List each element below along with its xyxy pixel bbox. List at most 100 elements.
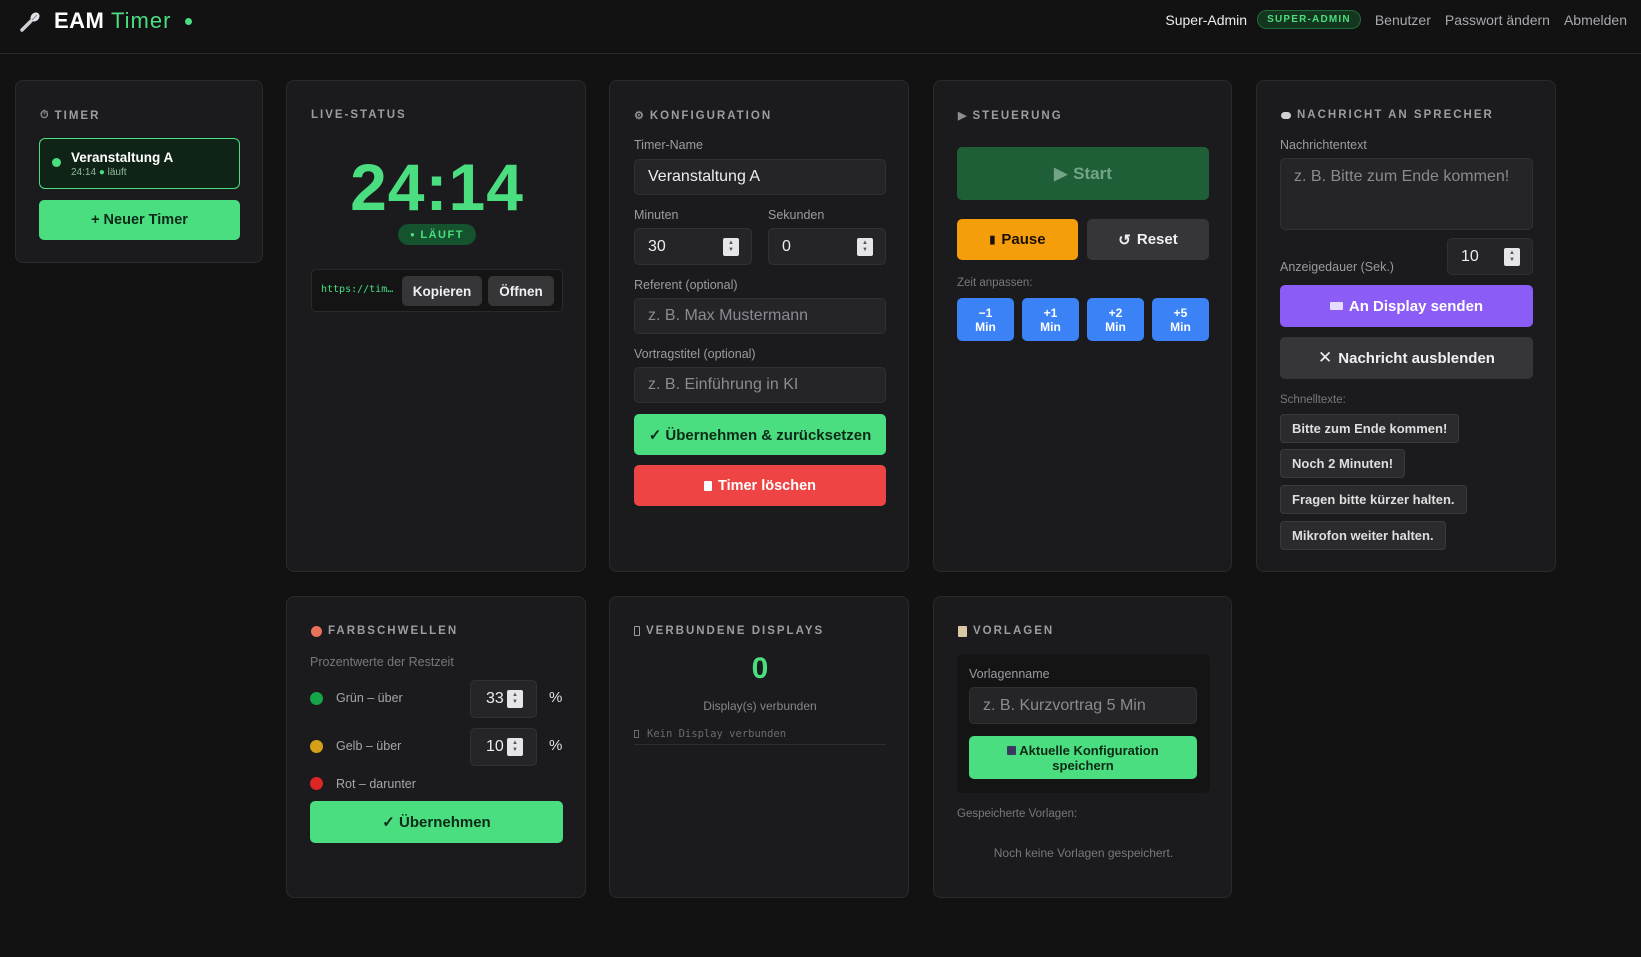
start-label: Start: [1073, 163, 1112, 183]
minus-1-min-button[interactable]: −1 Min: [957, 298, 1014, 341]
hide-message-button[interactable]: ✕ Nachricht ausblenden: [1280, 337, 1533, 379]
reset-label: Reset: [1136, 231, 1178, 248]
minutes-stepper-icon[interactable]: ▲ ▼: [723, 237, 739, 256]
save-template-button[interactable]: Aktuelle Konfiguration speichern: [969, 736, 1197, 779]
brand: EAM Timer: [18, 8, 193, 34]
microphone-icon: [20, 12, 40, 32]
delete-timer-button[interactable]: Timer löschen: [634, 465, 886, 506]
adjust-time-label: Zeit anpassen:: [957, 277, 1033, 289]
plus-2-min-button[interactable]: +2 Min: [1087, 298, 1144, 341]
timer-panel: ⏱ TIMER Veranstaltung A 24:14 ● läuft + …: [15, 80, 263, 263]
quick-text-chip[interactable]: Fragen bitte kürzer halten.: [1280, 485, 1467, 514]
display-duration-input[interactable]: 10 ▲ ▼: [1447, 238, 1533, 275]
reset-button[interactable]: ↺ Reset: [1087, 219, 1209, 260]
display-icon: [1329, 302, 1343, 310]
configuration-title: ⚙ KONFIGURATION: [634, 109, 773, 123]
display-url-text: https://tim…: [321, 284, 394, 295]
red-threshold-dot: [310, 777, 323, 790]
pause-button[interactable]: ▮ Pause: [957, 219, 1078, 260]
yellow-threshold-input[interactable]: 10 ▲ ▼: [470, 728, 537, 766]
gear-icon: ⚙: [634, 110, 644, 122]
message-textarea[interactable]: z. B. Bitte zum Ende kommen!: [1280, 158, 1533, 230]
running-dot-icon: ●: [410, 230, 417, 239]
thresholds-title: FARBSCHWELLEN: [311, 625, 458, 637]
stopwatch-icon: ⏱: [40, 109, 49, 121]
display-count: 0: [751, 652, 769, 685]
seconds-input[interactable]: 0 ▲ ▼: [768, 228, 886, 265]
send-to-display-button[interactable]: An Display senden: [1280, 285, 1533, 327]
quick-texts-label: Schnelltexte:: [1280, 394, 1346, 406]
live-time-display: 24:14: [350, 150, 524, 224]
reset-icon: ↺: [1118, 231, 1131, 249]
send-to-display-label: An Display senden: [1348, 297, 1484, 315]
app-title-accent: Timer: [111, 8, 172, 33]
displays-title: VERBUNDENE DISPLAYS: [634, 625, 824, 637]
connected-displays-panel: VERBUNDENE DISPLAYS 0 Display(s) verbund…: [609, 596, 909, 898]
nav-change-password-link[interactable]: Passwort ändern: [1445, 12, 1550, 28]
minutes-value: 30: [648, 237, 666, 255]
minutes-input[interactable]: 30 ▲ ▼: [634, 228, 752, 265]
plus-5-min-unit: Min: [1170, 319, 1191, 334]
green-threshold-input[interactable]: 33 ▲ ▼: [470, 680, 537, 718]
plus-1-min-value: +1: [1043, 305, 1058, 320]
green-threshold-value: 33: [486, 690, 504, 707]
save-template-label-line2: speichern: [1052, 757, 1114, 773]
templates-title: VORLAGEN: [958, 625, 1054, 637]
message-title-text: NACHRICHT AN SPRECHER: [1297, 109, 1494, 121]
timer-list-item[interactable]: Veranstaltung A 24:14 ● läuft: [39, 138, 240, 189]
configuration-title-text: KONFIGURATION: [649, 109, 773, 122]
duration-stepper-icon[interactable]: ▲ ▼: [1504, 247, 1520, 266]
running-status-text: LÄUFT: [420, 228, 464, 241]
timer-running-dot: [52, 158, 61, 167]
new-timer-button[interactable]: + Neuer Timer: [39, 200, 240, 240]
control-panel: ▶ STEUERUNG ▶ Start ▮ Pause ↺ Reset Zeit…: [933, 80, 1232, 572]
quick-text-chip[interactable]: Mikrofon weiter halten.: [1280, 521, 1446, 550]
floppy-disk-icon: [1007, 745, 1017, 755]
yellow-stepper-icon[interactable]: ▲ ▼: [507, 738, 523, 756]
displays-title-text: VERBUNDENE DISPLAYS: [646, 625, 825, 637]
message-title: NACHRICHT AN SPRECHER: [1281, 109, 1494, 121]
display-icon: [634, 729, 639, 738]
plus-5-min-value: +5: [1173, 305, 1188, 320]
quick-text-chip[interactable]: Noch 2 Minuten!: [1280, 449, 1406, 478]
display-duration-value: 10: [1461, 247, 1479, 265]
templates-panel: VORLAGEN Vorlagenname z. B. Kurzvortrag …: [933, 596, 1232, 898]
pause-icon: ▮: [989, 234, 996, 246]
talk-title-input[interactable]: z. B. Einführung in KI: [634, 367, 886, 403]
clipboard-icon: [958, 625, 967, 637]
speaker-label: Referent (optional): [634, 278, 738, 292]
apply-thresholds-button[interactable]: ✓ Übernehmen: [310, 801, 563, 843]
hide-message-label: Nachricht ausblenden: [1338, 349, 1495, 367]
open-url-button[interactable]: Öffnen: [488, 276, 554, 306]
timer-name-input[interactable]: Veranstaltung A: [634, 159, 886, 195]
thresholds-title-text: FARBSCHWELLEN: [328, 625, 459, 637]
green-stepper-icon[interactable]: ▲ ▼: [507, 690, 523, 708]
message-text-label: Nachrichtentext: [1280, 138, 1367, 152]
yellow-threshold-value: 10: [486, 738, 504, 755]
timer-item-meta: 24:14 ● läuft: [71, 167, 127, 178]
seconds-label: Sekunden: [768, 208, 825, 222]
control-title-text: STEUERUNG: [972, 109, 1063, 122]
minus-1-min-unit: Min: [975, 319, 996, 334]
speech-bubble-icon: [1281, 111, 1291, 119]
nav-logout-link[interactable]: Abmelden: [1564, 12, 1627, 28]
plus-2-min-unit: Min: [1105, 319, 1126, 334]
speaker-input[interactable]: z. B. Max Mustermann: [634, 298, 886, 334]
copy-url-button[interactable]: Kopieren: [402, 276, 482, 306]
display-icon: [634, 626, 640, 636]
red-threshold-label: Rot – darunter: [336, 777, 416, 791]
template-name-input[interactable]: z. B. Kurzvortrag 5 Min: [969, 687, 1197, 724]
quick-text-chip[interactable]: Bitte zum Ende kommen!: [1280, 414, 1460, 443]
role-badge: SUPER-ADMIN: [1257, 10, 1361, 29]
display-url-box: https://tim… Kopieren Öffnen: [311, 269, 563, 312]
start-button[interactable]: ▶ Start: [957, 147, 1209, 200]
live-status-panel: LIVE-STATUS 24:14 ● LÄUFT https://tim… K…: [286, 80, 586, 572]
apply-reset-button[interactable]: ✓ Übernehmen & zurücksetzen: [634, 414, 886, 455]
plus-5-min-button[interactable]: +5 Min: [1152, 298, 1209, 341]
seconds-stepper-icon[interactable]: ▲ ▼: [857, 237, 873, 256]
top-bar: EAM Timer Super-Admin SUPER-ADMIN Benutz…: [0, 0, 1641, 54]
nav-users-link[interactable]: Benutzer: [1375, 12, 1431, 28]
green-threshold-dot: [310, 692, 323, 705]
timer-panel-title-text: TIMER: [54, 109, 101, 122]
plus-1-min-button[interactable]: +1 Min: [1022, 298, 1079, 341]
